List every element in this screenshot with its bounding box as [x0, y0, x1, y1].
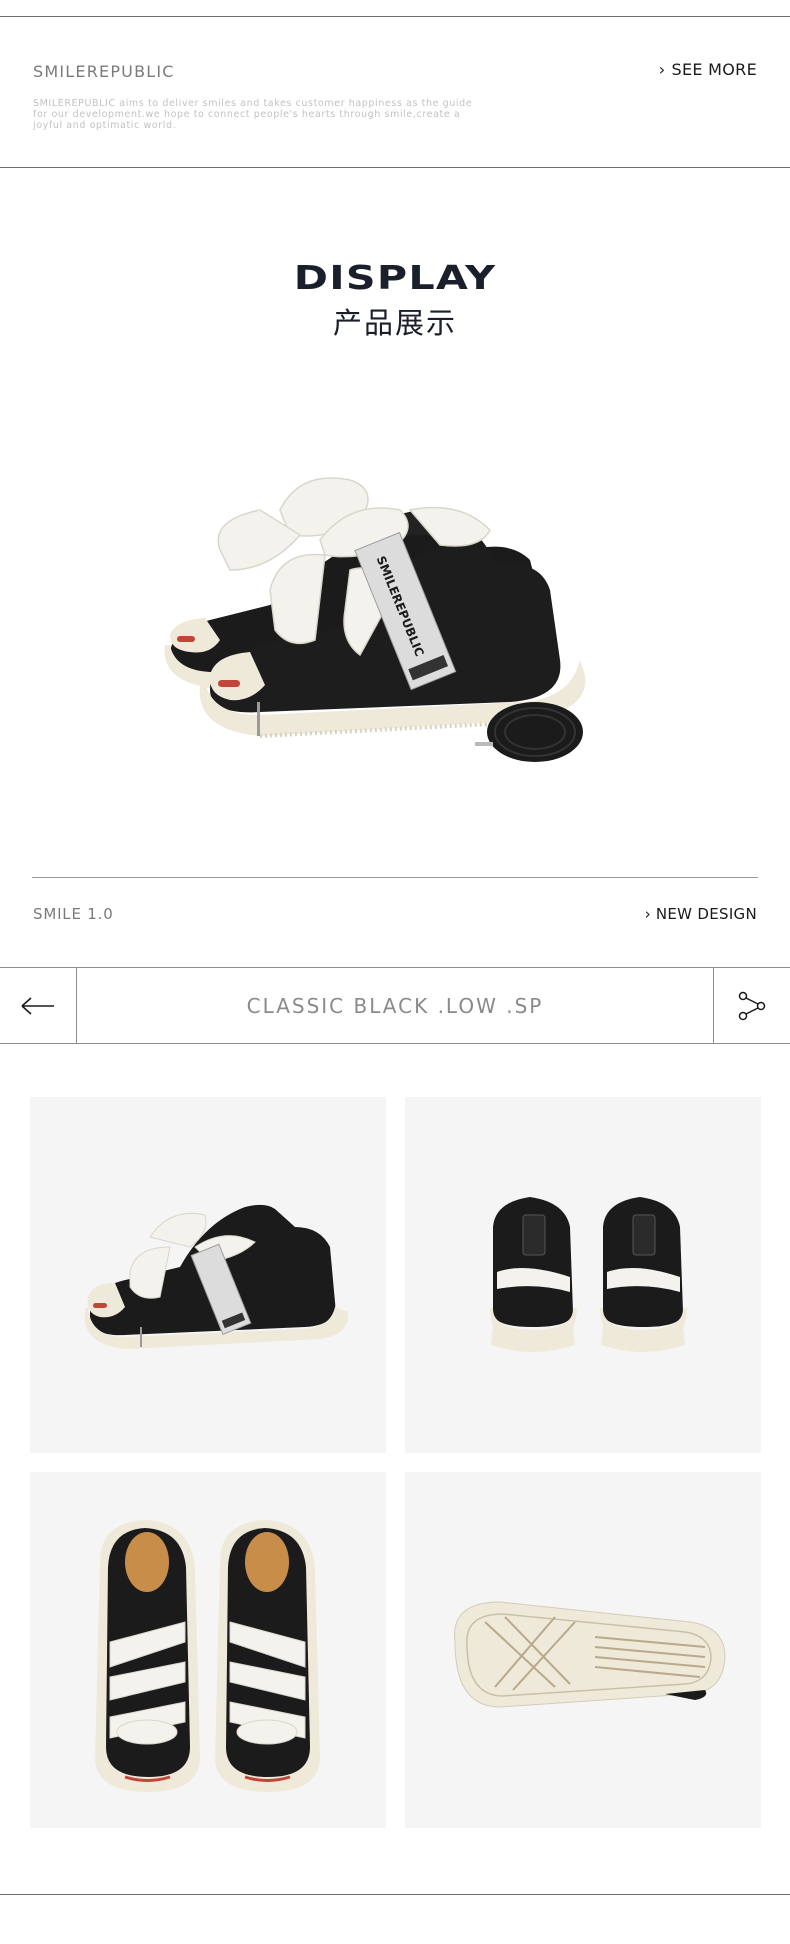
right-shoe-top	[215, 1520, 320, 1792]
product-nav-bar: CLASSIC BLACK .LOW .SP	[0, 967, 790, 1044]
gallery-image-back-view[interactable]	[405, 1097, 761, 1453]
share-icon	[738, 991, 766, 1020]
sneaker-pair-illustration: SMILEREPUBLIC	[164, 477, 586, 762]
display-title: DISPLAY	[293, 258, 497, 297]
left-shoe-top	[95, 1520, 200, 1792]
bottom-divider	[0, 1894, 790, 1895]
header-divider	[0, 167, 790, 168]
see-more-link[interactable]: › SEE MORE	[659, 60, 757, 79]
hero-product-image: SMILEREPUBLIC	[150, 440, 640, 780]
see-more-label: SEE MORE	[671, 60, 757, 79]
chevron-right-icon: ›	[644, 905, 651, 923]
share-button[interactable]	[713, 968, 790, 1043]
back-view-illustration	[490, 1197, 687, 1352]
model-label: SMILE 1.0	[33, 905, 114, 923]
display-subtitle: 产品展示	[332, 306, 457, 340]
right-heel	[600, 1197, 687, 1352]
top-view-illustration	[95, 1520, 320, 1792]
chevron-right-icon: ›	[658, 60, 666, 79]
gallery-image-top-view[interactable]	[30, 1472, 386, 1828]
new-design-label: NEW DESIGN	[655, 905, 757, 923]
product-gallery	[30, 1097, 761, 1828]
back-button[interactable]	[0, 968, 77, 1043]
product-name: CLASSIC BLACK .LOW .SP	[246, 993, 544, 1018]
gallery-image-side-view[interactable]	[30, 1097, 386, 1453]
arrow-left-icon	[21, 996, 54, 1015]
gallery-image-sole-view[interactable]	[405, 1472, 761, 1828]
side-view-illustration	[84, 1204, 349, 1349]
sole-view-illustration	[454, 1601, 726, 1708]
left-heel	[490, 1197, 577, 1352]
section-divider	[32, 877, 758, 878]
top-divider	[0, 16, 790, 17]
new-design-link[interactable]: › NEW DESIGN	[645, 905, 757, 923]
brand-description: SMILEREPUBLIC aims to deliver smiles and…	[33, 98, 473, 131]
brand-name: SMILEREPUBLIC	[33, 62, 175, 81]
